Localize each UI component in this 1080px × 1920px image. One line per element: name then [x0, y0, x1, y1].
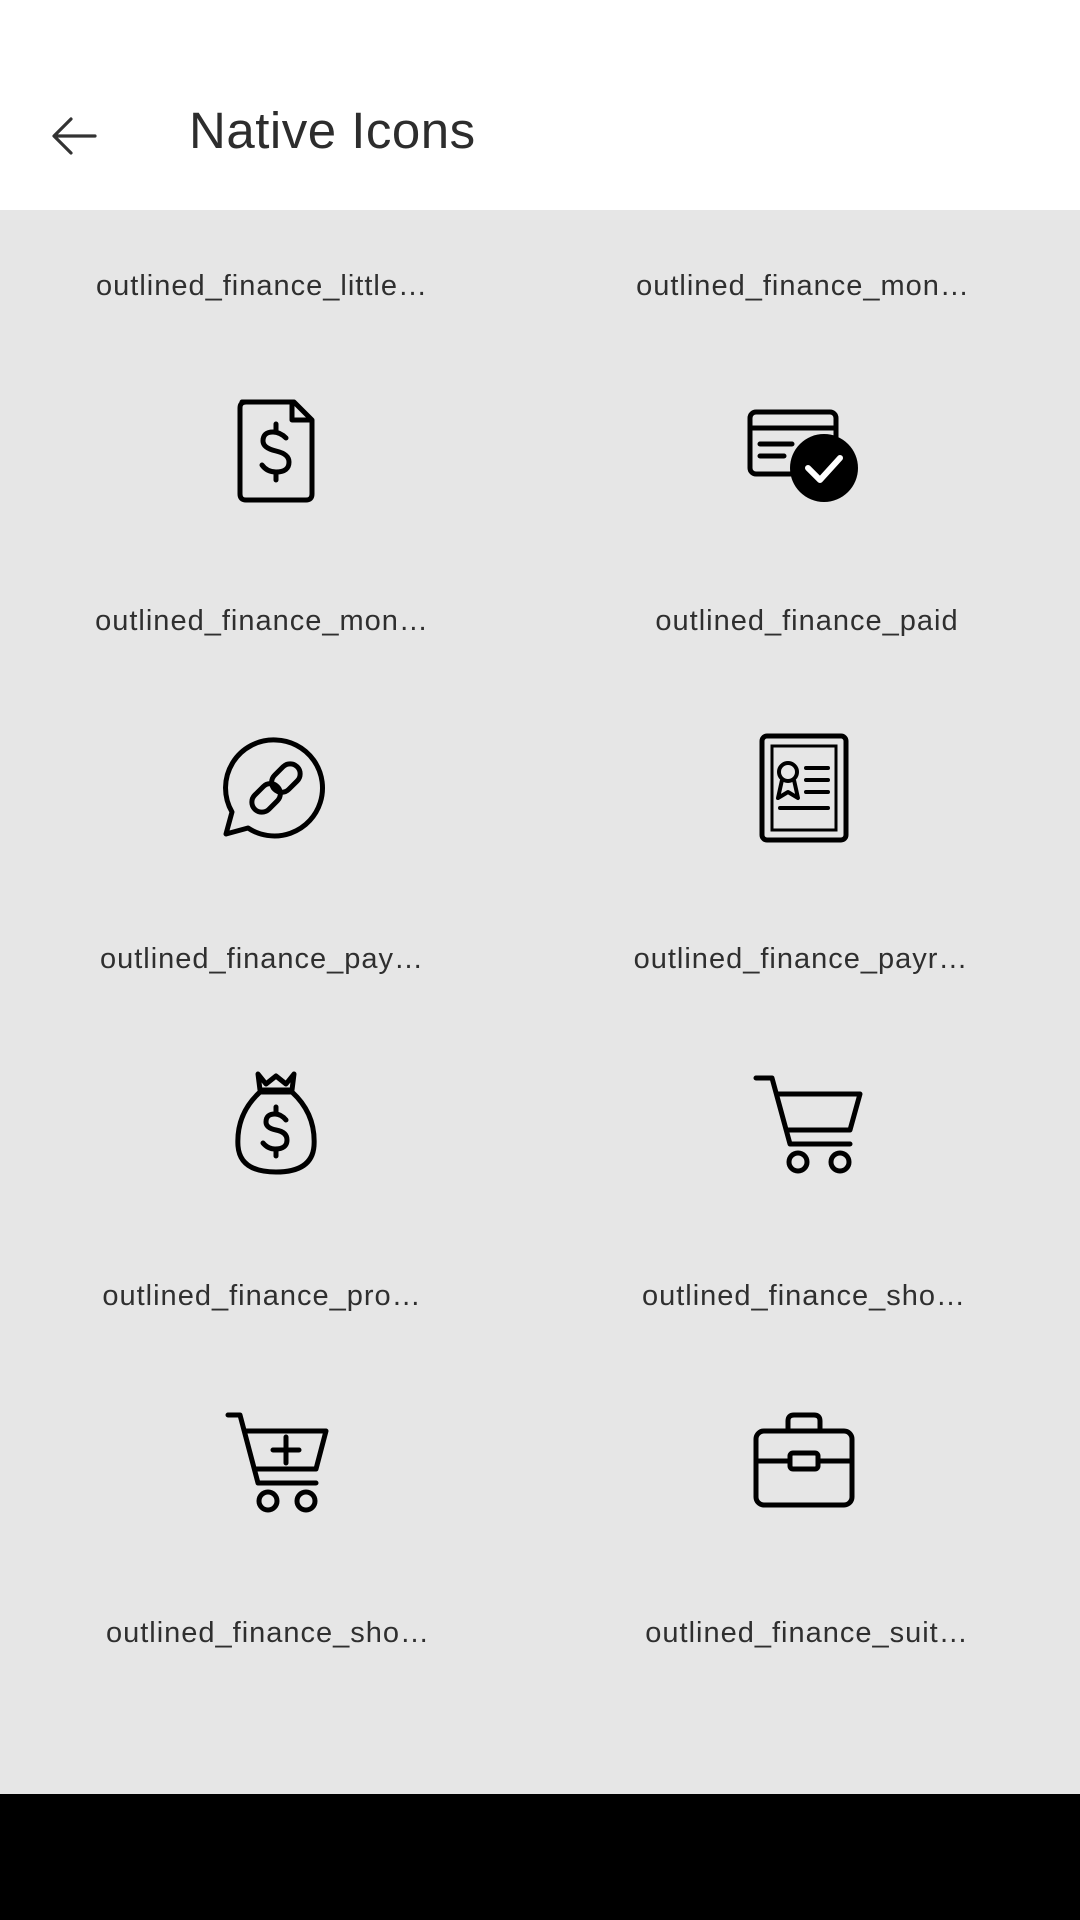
icon-label: outlined_finance_pro…: [102, 1280, 422, 1312]
icon-tile[interactable]: outlined_finance_sho…: [540, 1075, 1080, 1431]
icon-tile[interactable]: outlined_finance_pro…: [0, 1071, 540, 1431]
payroll-certificate-icon: [744, 728, 864, 848]
cart-add-icon: [222, 1401, 342, 1521]
payment-link-bubble-icon: [216, 728, 336, 848]
icon-label: outlined_finance_mon…: [95, 605, 429, 637]
icon-label: outlined_finance_paid: [655, 605, 959, 637]
icon-label: outlined_finance_mon…: [636, 270, 970, 302]
icon-tile[interactable]: outlined_finance_mon…: [540, 210, 1080, 420]
icon-label: outlined_finance_pay…: [99, 943, 425, 975]
icon-label: outlined_finance_little…: [96, 270, 428, 302]
icon-tile[interactable]: outlined_finance_little…: [0, 210, 540, 420]
app-bar: Native Icons: [0, 63, 1080, 210]
suitcase-icon: [744, 1401, 864, 1521]
icon-label: outlined_finance_suit…: [645, 1617, 969, 1649]
dollar-document-icon: [216, 390, 336, 510]
system-navigation-bar: [0, 1794, 1080, 1920]
icon-tile[interactable]: outlined_finance_paid: [540, 409, 1080, 757]
page-title: Native Icons: [189, 102, 476, 159]
icon-label: outlined_finance_sho…: [641, 1280, 967, 1312]
arrow-left-icon: [52, 117, 97, 155]
icon-tile[interactable]: outlined_finance_pay…: [0, 737, 540, 1094]
money-bag-icon: [216, 1064, 336, 1184]
icon-tile[interactable]: outlined_finance_mon…: [0, 399, 540, 757]
icon-grid[interactable]: outlined_finance_little… outlined_financ…: [0, 210, 1080, 1794]
icon-tile[interactable]: outlined_finance_sho…: [0, 1412, 540, 1768]
icon-tile[interactable]: outlined_finance_suit…: [540, 1412, 1080, 1768]
icon-label: outlined_finance_sho…: [105, 1617, 431, 1649]
status-bar: [0, 0, 1080, 63]
icon-label: outlined_finance_payr…: [633, 943, 969, 975]
paid-card-check-icon: [740, 390, 860, 510]
back-button[interactable]: [34, 101, 114, 171]
icon-tile[interactable]: outlined_finance_payr…: [540, 733, 1080, 1094]
shopping-cart-icon: [750, 1064, 870, 1184]
